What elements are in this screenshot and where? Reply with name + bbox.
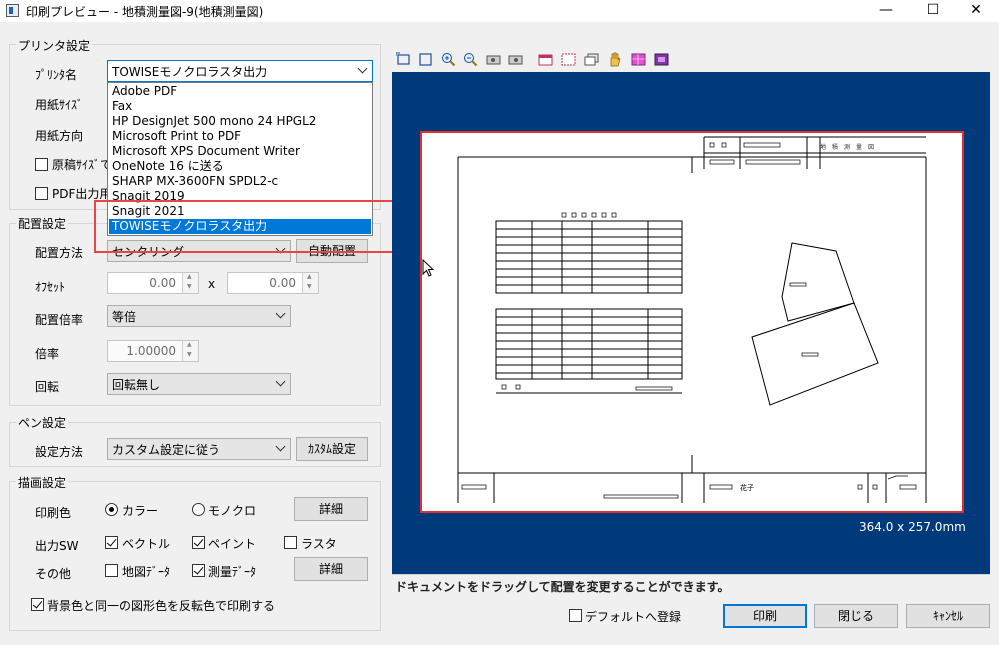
printer-group-label: プリンタ設定 (16, 37, 93, 54)
rotation-select[interactable]: 回転無し (107, 373, 291, 395)
chevron-down-icon (275, 376, 286, 387)
color-radio[interactable] (105, 503, 118, 516)
chevron-down-icon (275, 308, 286, 319)
rotation-value: 回転無し (112, 378, 161, 392)
zoom-next-icon[interactable] (508, 52, 523, 67)
survey-drawing: 地 積 測 量 図 花子 (457, 136, 927, 503)
hand-pan-icon[interactable] (607, 52, 622, 67)
other-detail-button[interactable]: 詳細 (294, 557, 368, 581)
chevron-down-icon (275, 441, 286, 452)
preview-paper[interactable]: 地 積 測 量 図 花子 (420, 131, 964, 513)
layout-method-label: 配置方法 (35, 246, 84, 260)
paint-label: ペイント (208, 537, 257, 551)
zoom-out-icon[interactable] (463, 52, 478, 67)
close-window-button[interactable]: ✕ (953, 0, 999, 22)
original-size-label: 原稿ｻｲｽﾞで (52, 158, 113, 172)
mono-option-label: モノクロ (208, 504, 257, 518)
pen-method-select[interactable]: カスタム設定に従う (107, 438, 291, 460)
raster-checkbox[interactable] (284, 536, 297, 549)
zoom-prev-icon[interactable] (486, 52, 501, 67)
close-button[interactable]: 閉じる (814, 604, 898, 628)
select-area-icon[interactable] (538, 52, 553, 67)
minimize-button[interactable]: — (863, 0, 909, 22)
color-option-label: カラー (122, 504, 159, 518)
printer-option[interactable]: Microsoft XPS Document Writer (109, 144, 371, 159)
preview-toolbar (392, 47, 990, 71)
invert-label: 背景色と同一の図形色を反転色で印刷する (47, 599, 276, 613)
default-register-checkbox[interactable] (569, 609, 582, 622)
other-label: その他 (35, 567, 72, 581)
drawing-title-text: 地 積 測 量 図 (820, 143, 874, 151)
raster-label: ラスタ (301, 537, 337, 551)
vector-label: ベクトル (122, 537, 171, 551)
fit-page-icon[interactable] (396, 52, 411, 67)
pen-method-label: 設定方法 (35, 445, 84, 459)
paper-dimension: 364.0 x 257.0mm (859, 520, 966, 534)
bg-color-icon[interactable] (654, 52, 669, 67)
color-detail-button[interactable]: 詳細 (294, 497, 368, 521)
zoom-in-icon[interactable] (441, 52, 456, 67)
vector-checkbox[interactable] (105, 536, 118, 549)
fit-window-icon[interactable] (418, 52, 433, 67)
print-button[interactable]: 印刷 (723, 604, 807, 628)
mono-radio[interactable] (192, 503, 205, 516)
chevron-down-icon (357, 63, 368, 74)
map-data-checkbox[interactable] (105, 564, 118, 577)
paper-size-label: 用紙ｻｲｽﾞ (35, 98, 84, 112)
scale-mode-label: 配置倍率 (35, 313, 84, 327)
layer-icon[interactable] (584, 52, 599, 67)
title-bar: 印刷プレビュー - 地積測量図-9(地積測量図) — ☐ ✕ (0, 0, 999, 22)
printer-option[interactable]: Microsoft Print to PDF (109, 129, 371, 144)
printer-option[interactable]: SHARP MX-3600FN SPDL2-c (109, 174, 371, 189)
window-title: 印刷プレビュー - 地積測量図-9(地積測量図) (26, 5, 264, 19)
print-color-label: 印刷色 (35, 506, 72, 520)
cancel-button[interactable]: ｷｬﾝｾﾙ (906, 604, 990, 628)
custom-settings-button[interactable]: ｶｽﾀﾑ設定 (296, 437, 368, 461)
layout-group-label: 配置設定 (16, 215, 69, 232)
mouse-cursor-icon (422, 258, 435, 277)
survey-data-label: 測量ﾃﾞｰﾀ (208, 565, 257, 579)
scale-mode-select[interactable]: 等倍 (107, 305, 291, 327)
survey-data-checkbox[interactable] (192, 564, 205, 577)
printer-option[interactable]: OneNote 16 に送る (109, 159, 371, 174)
pen-method-value: カスタム設定に従う (112, 443, 221, 457)
offset-x-spinner[interactable] (182, 273, 198, 293)
orientation-label: 用紙方向 (35, 129, 84, 143)
app-icon (6, 4, 19, 17)
offset-y-spinner[interactable] (302, 273, 318, 293)
scale-mode-value: 等倍 (112, 310, 137, 324)
scale-spinner[interactable] (182, 341, 198, 361)
offset-label: ｵﾌｾｯﾄ (35, 280, 66, 294)
printer-option[interactable]: HP DesignJet 500 mono 24 HPGL2 (109, 114, 371, 129)
printer-name-label: ﾌﾟﾘﾝﾀ名 (35, 68, 78, 82)
output-sw-label: 出力SW (35, 539, 79, 553)
printer-select[interactable]: TOWISEモノクロラスタ出力 (107, 60, 373, 82)
printer-select-value: TOWISEモノクロラスタ出力 (112, 65, 268, 79)
rotation-label: 回転 (35, 380, 60, 394)
status-bar: ドキュメントをドラッグして配置を変更することができます。 (392, 574, 990, 594)
invert-checkbox[interactable] (31, 598, 44, 611)
offset-separator: x (208, 277, 216, 291)
paint-checkbox[interactable] (192, 536, 205, 549)
map-data-label: 地図ﾃﾞｰﾀ (122, 565, 171, 579)
pdf-output-checkbox[interactable] (35, 187, 48, 200)
frame-icon[interactable] (561, 52, 576, 67)
maximize-button[interactable]: ☐ (910, 0, 956, 22)
pen-group-label: ペン設定 (16, 414, 69, 431)
color-icon[interactable] (631, 52, 646, 67)
default-register-label: デフォルトへ登録 (585, 610, 682, 624)
printer-option[interactable]: Fax (109, 99, 371, 114)
original-size-checkbox[interactable] (35, 158, 48, 171)
drawing-owner-text: 花子 (740, 483, 754, 492)
draw-group-label: 描画設定 (16, 474, 69, 491)
scale-label: 倍率 (35, 347, 60, 361)
printer-option[interactable]: Adobe PDF (109, 84, 371, 99)
highlight-annotation (94, 200, 399, 253)
